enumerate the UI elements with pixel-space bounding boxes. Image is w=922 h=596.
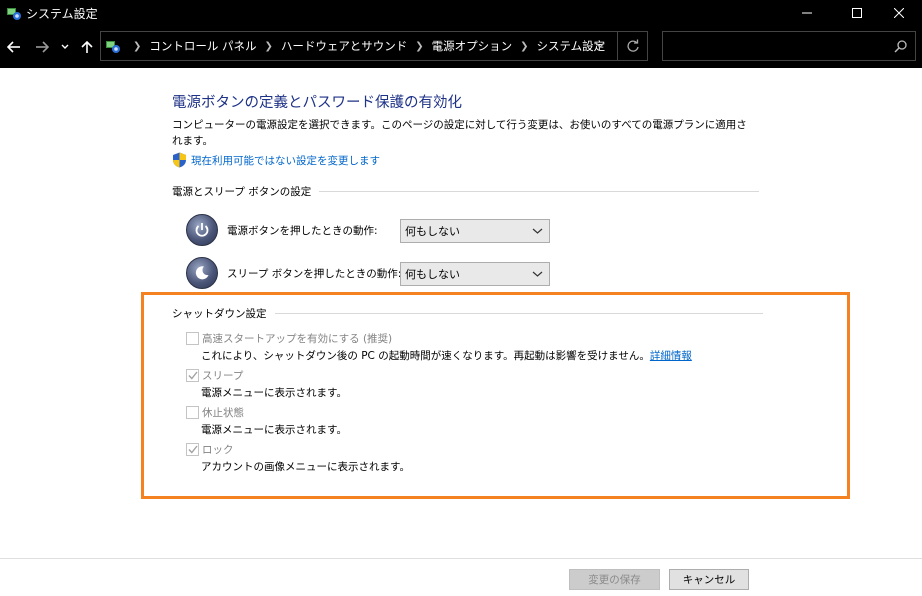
navigation-bar: ❯ コントロール パネル ❯ ハードウェアとサウンド ❯ 電源オプション ❯ シ… <box>0 26 922 68</box>
hibernate-description: 電源メニューに表示されます。 <box>201 424 347 436</box>
chevron-right-icon: ❯ <box>133 40 142 52</box>
save-changes-button[interactable]: 変更の保存 <box>569 569 660 590</box>
sleep-description: 電源メニューに表示されます。 <box>201 387 347 399</box>
page-title: 電源ボタンの定義とパスワード保護の有効化 <box>172 95 462 111</box>
sleep-label: スリープ <box>202 370 244 382</box>
forward-arrow-icon <box>36 41 49 53</box>
sleep-button-action-value: 何もしない <box>405 268 460 281</box>
cancel-button[interactable]: キャンセル <box>669 569 749 590</box>
window-title: システム設定 <box>26 7 98 21</box>
sleep-checkbox-row[interactable]: スリープ <box>186 368 243 383</box>
fast-startup-label: 高速スタートアップを有効にする (推奨) <box>202 333 393 345</box>
main-content: 電源ボタンの定義とパスワード保護の有効化 コンピューターの電源設定を選択できます… <box>0 68 922 596</box>
up-arrow-icon <box>81 40 93 53</box>
sleep-button-label: スリープ ボタンを押したときの動作: <box>227 268 402 280</box>
page-description: コンピューターの電源設定を選択できます。このページの設定に対して行う変更は、お使… <box>172 119 747 147</box>
search-input[interactable] <box>667 36 887 56</box>
search-icon[interactable] <box>894 39 908 53</box>
change-settings-link-label[interactable]: 現在利用可能ではない設定を変更します <box>191 153 380 168</box>
sleep-checkbox[interactable] <box>186 369 199 382</box>
uac-shield-icon <box>173 152 186 168</box>
recent-locations-button[interactable] <box>58 35 72 59</box>
more-info-link[interactable]: 詳細情報 <box>650 350 692 362</box>
fast-startup-description-text: これにより、シャットダウン後の PC の起動時間が速くなります。再起動は影響を受… <box>201 350 650 362</box>
hibernate-checkbox-row[interactable]: 休止状態 <box>186 405 244 420</box>
chevron-right-icon[interactable]: ❯ <box>265 41 273 52</box>
close-button[interactable] <box>876 0 922 26</box>
close-icon <box>894 8 904 18</box>
shutdown-group-title: シャットダウン設定 <box>172 308 267 320</box>
power-button-label: 電源ボタンを押したときの動作: <box>227 225 378 237</box>
power-button-row: 電源ボタンを押したときの動作: 何もしない <box>186 214 550 246</box>
maximize-icon <box>852 8 862 18</box>
power-group-header: 電源とスリープ ボタンの設定 <box>172 184 760 199</box>
breadcrumb-item-hardware-sound[interactable]: ハードウェアとサウンド <box>281 38 407 54</box>
change-settings-link[interactable]: 現在利用可能ではない設定を変更します <box>172 152 380 168</box>
lock-label: ロック <box>202 444 234 456</box>
lock-checkbox-row[interactable]: ロック <box>186 442 234 457</box>
control-panel-icon <box>106 41 120 53</box>
minimize-icon <box>802 12 812 14</box>
lock-checkbox[interactable] <box>186 443 199 456</box>
checkmark-icon <box>187 371 198 380</box>
back-button[interactable] <box>4 35 24 59</box>
breadcrumb-item-power-options[interactable]: 電源オプション <box>432 38 513 54</box>
forward-button[interactable] <box>32 35 52 59</box>
title-bar: システム設定 <box>0 0 922 26</box>
sleep-button-row: スリープ ボタンを押したときの動作: 何もしない <box>186 257 550 289</box>
power-button-action-value: 何もしない <box>405 225 460 238</box>
fast-startup-checkbox-row[interactable]: 高速スタートアップを有効にする (推奨) <box>186 331 392 346</box>
minimize-button[interactable] <box>784 0 830 26</box>
up-button[interactable] <box>78 35 96 59</box>
address-bar[interactable]: ❯ コントロール パネル ❯ ハードウェアとサウンド ❯ 電源オプション ❯ シ… <box>100 31 648 61</box>
search-box[interactable] <box>662 31 916 61</box>
power-group-title: 電源とスリープ ボタンの設定 <box>172 186 312 198</box>
chevron-right-icon[interactable]: ❯ <box>520 41 528 52</box>
footer-divider <box>0 558 922 559</box>
checkmark-icon <box>187 445 198 454</box>
maximize-button[interactable] <box>834 0 880 26</box>
fast-startup-checkbox[interactable] <box>186 332 199 345</box>
hibernate-label: 休止状態 <box>202 407 244 419</box>
refresh-icon[interactable] <box>625 38 641 54</box>
power-button-icon <box>186 214 218 246</box>
chevron-down-icon <box>532 271 543 277</box>
sleep-button-action-select[interactable]: 何もしない <box>400 262 550 286</box>
power-button-action-select[interactable]: 何もしない <box>400 219 550 243</box>
group-divider <box>319 191 760 192</box>
chevron-down-icon <box>61 44 69 49</box>
chevron-right-icon[interactable]: ❯ <box>415 41 423 52</box>
chevron-down-icon <box>532 228 543 234</box>
fast-startup-description: これにより、シャットダウン後の PC の起動時間が速くなります。再起動は影響を受… <box>201 348 692 363</box>
address-divider <box>617 32 618 60</box>
control-panel-icon <box>7 8 21 20</box>
breadcrumb: ❯ コントロール パネル ❯ ハードウェアとサウンド ❯ 電源オプション ❯ シ… <box>125 32 605 60</box>
hibernate-checkbox[interactable] <box>186 406 199 419</box>
back-arrow-icon <box>7 41 20 53</box>
address-dropdown-icon[interactable] <box>594 39 606 51</box>
sleep-button-icon <box>186 257 218 289</box>
lock-description: アカウントの画像メニューに表示されます。 <box>201 461 410 473</box>
group-divider <box>274 313 763 314</box>
breadcrumb-item-control-panel[interactable]: コントロール パネル <box>149 38 256 54</box>
shutdown-group-header: シャットダウン設定 <box>172 306 763 321</box>
